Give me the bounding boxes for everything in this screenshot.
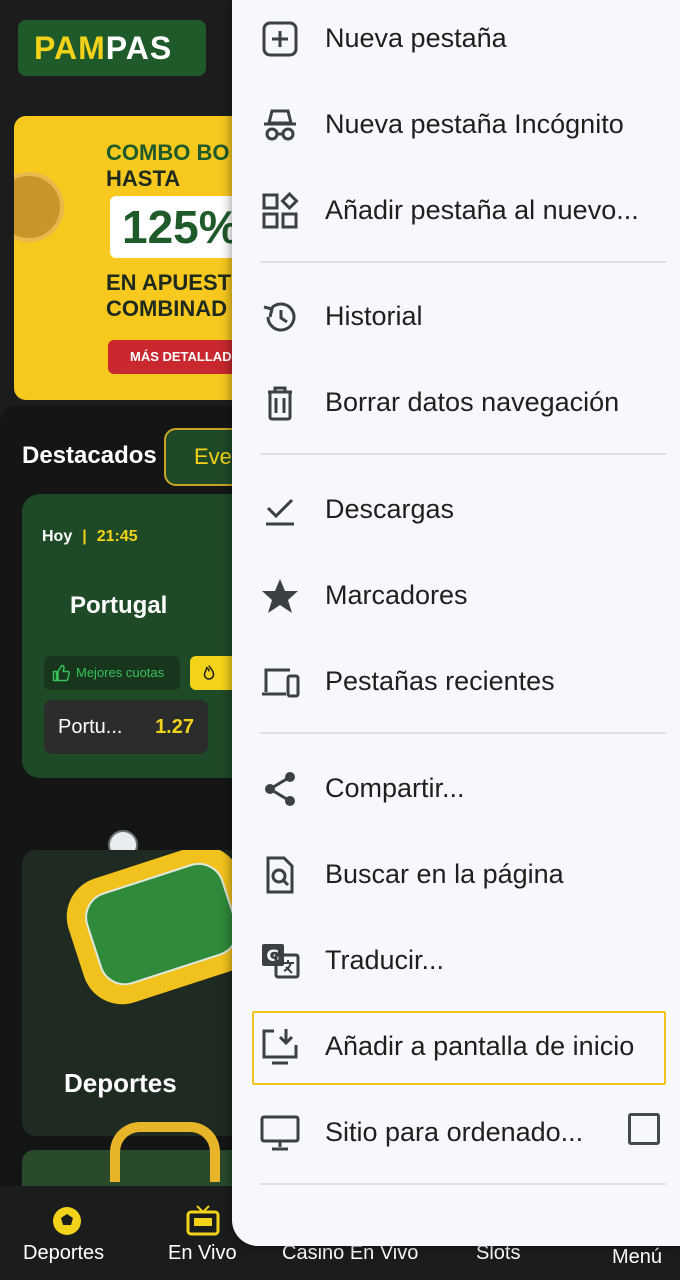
translate-icon: G — [262, 944, 300, 979]
menu-divider — [260, 732, 666, 734]
share-icon — [265, 772, 295, 806]
menu-item-new-tab[interactable]: Nueva pestaña — [232, 3, 680, 73]
menu-item-incognito-tab[interactable]: Nueva pestaña Incógnito — [232, 89, 680, 159]
menu-item-recent-tabs[interactable]: Pestañas recientes — [232, 646, 680, 716]
menu-item-label: Buscar en la página — [325, 859, 564, 889]
menu-item-add-tab-to-group[interactable]: Añadir pestaña al nuevo... — [232, 175, 680, 245]
promo-banner[interactable]: COMBO BO HASTA 125% EN APUEST COMBINAD M… — [14, 116, 254, 400]
menu-item-clear-browsing-data[interactable]: Borrar datos navegación — [232, 367, 680, 437]
menu-item-label: Descargas — [325, 494, 455, 524]
menu-item-share[interactable]: Compartir... — [232, 753, 680, 823]
menu-item-label: Historial — [325, 301, 423, 331]
fire-icon — [203, 665, 215, 680]
incognito-icon — [264, 109, 296, 141]
menu-item-label: Pestañas recientes — [325, 666, 555, 696]
menu-item-history[interactable]: Historial — [232, 281, 680, 351]
banner-subheadline: HASTA — [106, 166, 181, 191]
banner-text-line: EN APUEST — [106, 270, 232, 295]
add-to-group-icon — [262, 191, 299, 229]
menu-item-label: Marcadores — [325, 580, 468, 610]
menu-item-translate[interactable]: G Traducir... — [232, 925, 680, 995]
menu-item-label: Nueva pestaña Incógnito — [325, 109, 624, 139]
best-odds-badge: Mejores cuotas — [44, 656, 180, 690]
coin-icon — [14, 172, 64, 242]
live-tv-icon[interactable] — [186, 1204, 220, 1238]
site-logo[interactable]: PAMPAS — [18, 20, 206, 76]
nav-item-menu[interactable]: Menú — [612, 1246, 662, 1269]
menu-item-desktop-site[interactable]: Sitio para ordenado... — [232, 1097, 680, 1167]
nav-item-deportes[interactable]: Deportes — [23, 1242, 104, 1265]
menu-item-find-in-page[interactable]: Buscar en la página — [232, 839, 680, 909]
menu-item-add-to-home-screen[interactable]: Añadir a pantalla de inicio — [232, 1011, 680, 1081]
menu-item-label: Compartir... — [325, 773, 465, 803]
match-team: Portugal — [70, 592, 168, 619]
section-title: Destacados — [22, 442, 157, 469]
menu-item-downloads[interactable]: Descargas — [232, 474, 680, 544]
match-datetime: Hoy | 21:45 — [42, 528, 138, 545]
history-icon — [263, 302, 296, 332]
add-to-home-screen-icon — [262, 1029, 298, 1065]
find-in-page-icon — [266, 856, 294, 894]
desktop-site-checkbox[interactable] — [628, 1113, 660, 1145]
banner-headline: COMBO BO — [106, 140, 230, 165]
gift-image — [110, 1122, 220, 1182]
nav-item-en-vivo[interactable]: En Vivo — [168, 1242, 237, 1265]
menu-item-label: Sitio para ordenado... — [325, 1117, 584, 1147]
soccer-ball-icon[interactable] — [50, 1204, 84, 1238]
trash-icon — [268, 386, 292, 421]
downloads-icon — [266, 498, 294, 526]
desktop-icon — [260, 1115, 300, 1151]
menu-item-label: Añadir a pantalla de inicio — [325, 1031, 635, 1061]
menu-divider — [260, 261, 666, 263]
menu-item-label: Añadir pestaña al nuevo... — [325, 195, 639, 225]
menu-item-label: Borrar datos navegación — [325, 387, 620, 417]
devices-icon — [262, 668, 300, 698]
banner-text-line: COMBINAD — [106, 296, 227, 321]
new-tab-icon — [262, 21, 298, 57]
browser-overflow-menu: Nueva pestaña Nueva pestaña Incógnito Añ… — [232, 0, 680, 1246]
match-card[interactable]: Hoy | 21:45 Portugal Mejores cuotas Portu.… — [22, 494, 262, 778]
menu-item-label: Nueva pestaña — [325, 23, 507, 53]
odds-button[interactable]: Portu... 1.27 — [44, 700, 208, 754]
thumbs-up-icon — [52, 664, 70, 682]
star-icon — [262, 579, 298, 613]
sports-card-label: Deportes — [64, 1068, 177, 1098]
menu-item-label: Traducir... — [325, 945, 445, 975]
odds-value: 1.27 — [155, 716, 194, 738]
menu-item-bookmarks[interactable]: Marcadores — [232, 560, 680, 630]
menu-divider — [260, 453, 666, 455]
menu-divider — [260, 1183, 666, 1185]
